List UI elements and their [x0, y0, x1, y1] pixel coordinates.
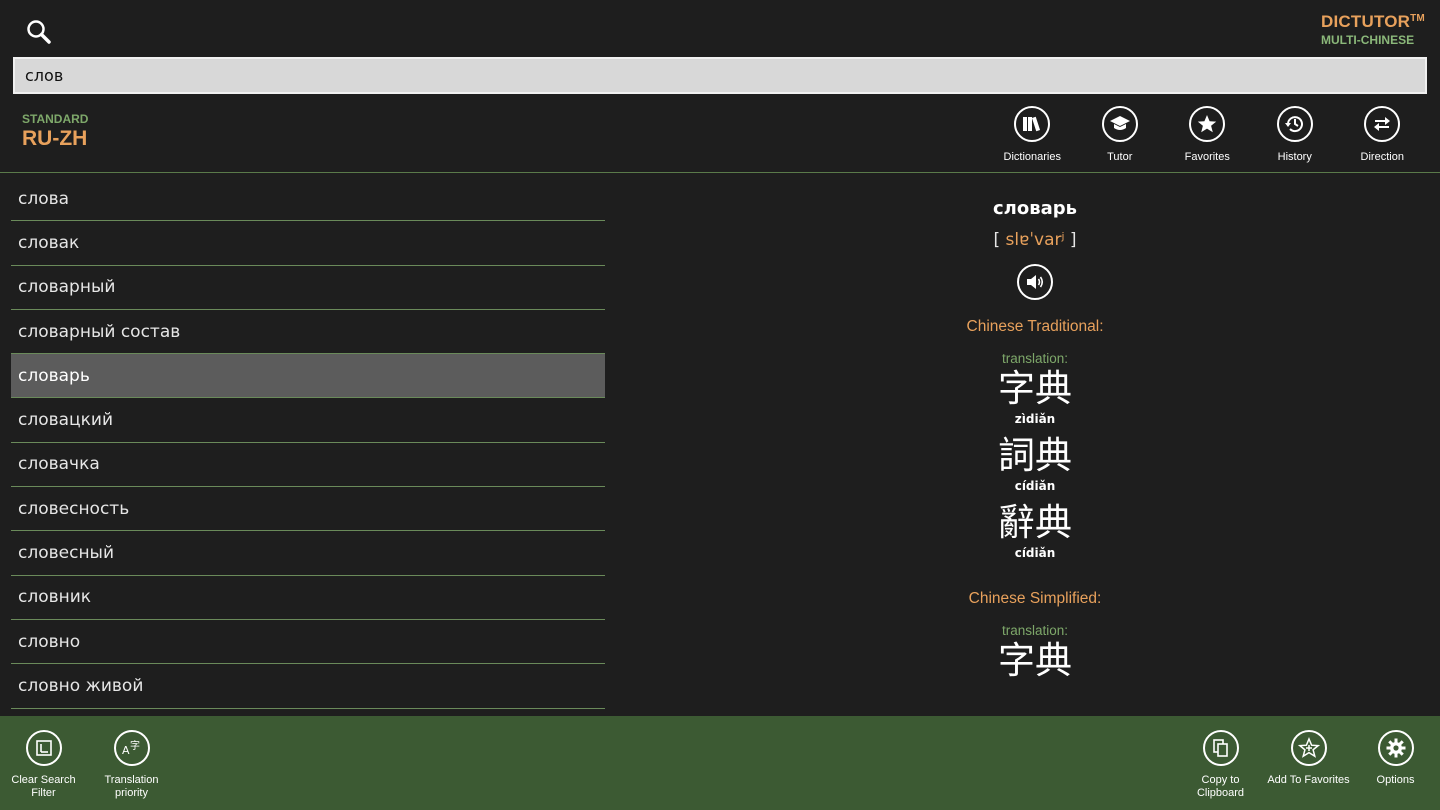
speaker-icon	[1027, 275, 1044, 289]
pron-ipa: slɐˈvarʲ	[1005, 230, 1065, 250]
copy-label-2: Clipboard	[1196, 787, 1245, 799]
clear-search-label-2: Filter	[31, 787, 56, 799]
traditional-heading: Chinese Traditional:	[966, 318, 1104, 335]
hanzi-translation: 辭典	[998, 501, 1072, 544]
dictionaries-button[interactable]: Dictionaries	[989, 106, 1077, 163]
word-list-item[interactable]: словесность	[11, 487, 605, 532]
hanzi-translation: 字典	[998, 367, 1072, 410]
pron-close-bracket: ]	[1069, 230, 1077, 250]
header-divider	[0, 172, 1440, 173]
swap-icon	[1374, 117, 1391, 131]
pinyin-reading: cídiǎn	[1014, 479, 1056, 493]
direction-button[interactable]: Direction	[1339, 106, 1427, 163]
pinyin-reading: zìdiǎn	[1014, 412, 1056, 426]
history-button[interactable]: History	[1251, 106, 1339, 163]
favorites-button[interactable]: Favorites	[1164, 106, 1252, 163]
word-list-item[interactable]: словачка	[11, 443, 605, 488]
word-list-item[interactable]: словесный	[11, 531, 605, 576]
translation-priority-label-2: priority	[114, 787, 148, 799]
history-label: History	[1277, 151, 1312, 163]
clear-search-filter-button[interactable]: Clear Search Filter	[0, 730, 87, 800]
word-list-item[interactable]: слова	[11, 177, 605, 222]
svg-text:A: A	[122, 744, 130, 757]
entry-panel: словарь [ slɐˈvarʲ ] Chinese Traditional…	[835, 198, 1235, 716]
search-button[interactable]	[22, 16, 56, 50]
favorites-label: Favorites	[1184, 151, 1230, 163]
bottom-app-bar: Clear Search Filter A 字 Translation prio…	[0, 716, 1440, 810]
dictionary-pair: RU-ZH	[22, 127, 88, 150]
word-list-item[interactable]: словацкий	[11, 398, 605, 443]
clear-filter-icon	[35, 740, 52, 756]
dictionaries-label: Dictionaries	[1003, 151, 1061, 163]
translate-icon: A 字	[122, 739, 140, 757]
options-label: Options	[1376, 774, 1415, 786]
dictionary-kind: STANDARD	[22, 112, 89, 126]
word-list-item-selected[interactable]: словарь	[11, 354, 605, 399]
translation-label: translation:	[1001, 623, 1069, 638]
app-logo: DICTUTORTM MULTI-CHINESE	[1321, 12, 1425, 47]
star-icon	[1198, 115, 1217, 133]
copy-label-1: Copy to	[1201, 774, 1240, 786]
word-list[interactable]: слова словак словарный словарный состав …	[11, 177, 605, 716]
add-favorite-icon	[1297, 737, 1320, 758]
translation-priority-label-1: Translation	[104, 774, 159, 786]
search-input[interactable]	[13, 57, 1427, 94]
copy-to-clipboard-button[interactable]: Copy to Clipboard	[1177, 730, 1264, 800]
translation-priority-button[interactable]: A 字 Translation priority	[88, 730, 175, 800]
play-audio-button[interactable]	[1017, 264, 1053, 300]
hanzi-translation: 字典	[998, 639, 1072, 682]
tutor-label: Tutor	[1107, 151, 1133, 163]
options-button[interactable]: Options	[1352, 730, 1439, 787]
add-favorites-label: Add To Favorites	[1267, 774, 1350, 786]
books-icon	[1023, 116, 1041, 132]
svg-text:字: 字	[130, 739, 140, 752]
hanzi-translation: 詞典	[998, 434, 1072, 477]
clear-search-label-1: Clear Search	[11, 774, 76, 786]
word-list-item[interactable]: словарный	[11, 266, 605, 310]
word-list-item[interactable]: словник	[11, 576, 605, 620]
history-icon	[1284, 116, 1303, 133]
copy-icon	[1212, 739, 1228, 757]
word-list-item[interactable]: словарный состав	[11, 310, 605, 355]
add-to-favorites-button[interactable]: Add To Favorites	[1265, 730, 1352, 787]
pinyin-reading: cídiǎn	[1014, 546, 1056, 560]
graduation-cap-icon	[1109, 116, 1130, 130]
brand-subtitle: MULTI-CHINESE	[1321, 33, 1415, 47]
word-list-item[interactable]: словно	[11, 620, 605, 665]
simplified-heading: Chinese Simplified:	[968, 590, 1102, 607]
translation-label: translation:	[1001, 351, 1069, 366]
pron-open-bracket: [	[993, 230, 1001, 250]
brand-name: DICTUTOR	[1321, 12, 1411, 31]
word-list-item[interactable]: словак	[11, 221, 605, 266]
entry-pronunciation: [ slɐˈvarʲ ]	[835, 230, 1235, 250]
direction-label: Direction	[1360, 151, 1404, 163]
search-icon	[27, 20, 51, 44]
gear-icon	[1386, 738, 1405, 758]
entry-headword: словарь	[992, 198, 1078, 219]
word-list-item[interactable]: словно живой	[11, 664, 605, 709]
brand-trademark: TM	[1410, 13, 1425, 24]
top-toolbar: Dictionaries Tutor Favorites History Dir…	[989, 106, 1427, 163]
tutor-button[interactable]: Tutor	[1076, 106, 1164, 163]
